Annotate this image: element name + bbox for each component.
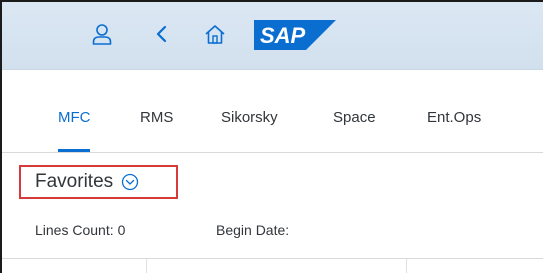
tab-space[interactable]: Space [333, 109, 376, 126]
column-separator [406, 259, 407, 273]
sap-logo-text: SAP [260, 23, 306, 48]
app-window: SAP MFC RMS Sikorsky Space Ent.Ops Favor… [0, 0, 543, 273]
sap-logo[interactable]: SAP [254, 20, 336, 50]
favorites-selector[interactable]: Favorites [19, 165, 178, 199]
back-button[interactable] [142, 14, 182, 54]
main-content: Favorites Lines Count: 0 Begin Date: [2, 154, 543, 273]
home-button[interactable] [195, 14, 235, 54]
tab-mfc[interactable]: MFC [58, 109, 91, 126]
tab-bar: MFC RMS Sikorsky Space Ent.Ops [2, 71, 543, 153]
active-tab-indicator [58, 149, 90, 152]
tab-rms[interactable]: RMS [140, 109, 173, 126]
lines-count-value: 0 [117, 222, 126, 238]
lines-count-label: Lines Count: [35, 222, 114, 238]
user-button[interactable] [82, 14, 122, 54]
begin-date: Begin Date: [216, 222, 293, 238]
chevron-down-circle-icon[interactable] [121, 173, 139, 191]
begin-date-label: Begin Date: [216, 222, 290, 238]
table-header-divider [2, 258, 543, 259]
home-icon [205, 25, 225, 44]
shell-header: SAP [2, 2, 543, 70]
back-icon [156, 25, 167, 43]
user-icon [92, 24, 112, 45]
favorites-title: Favorites [35, 171, 114, 192]
tab-ent-ops[interactable]: Ent.Ops [427, 109, 481, 126]
tab-sikorsky[interactable]: Sikorsky [221, 109, 278, 126]
lines-count: Lines Count: 0 [35, 222, 125, 238]
column-separator [146, 259, 147, 273]
